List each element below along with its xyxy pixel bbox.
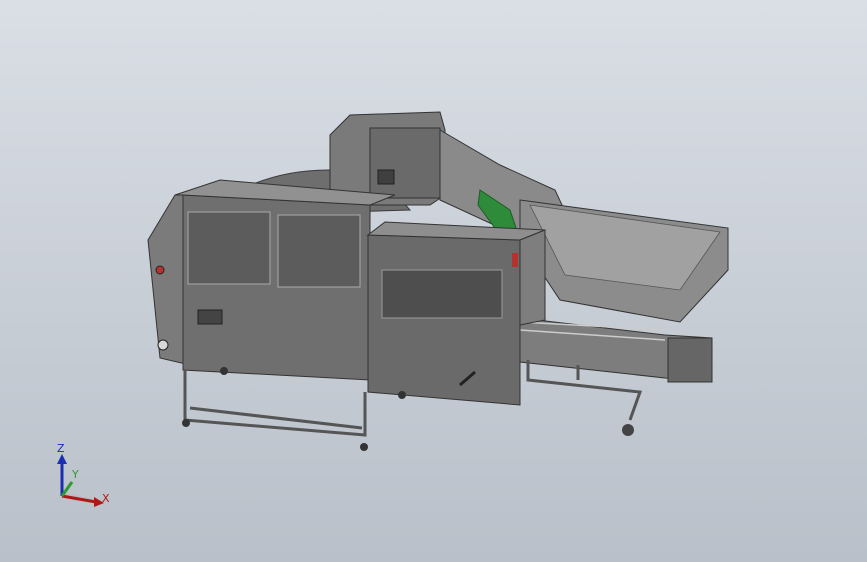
center-cabinet-side bbox=[519, 229, 546, 326]
triad-x-label: X bbox=[102, 492, 110, 505]
discharge-motor bbox=[667, 337, 713, 383]
guard-window-1 bbox=[187, 211, 271, 285]
foot-4 bbox=[398, 391, 406, 399]
triad-y-label: Y bbox=[71, 468, 79, 481]
guard-window-2 bbox=[277, 214, 361, 288]
red-indicator bbox=[512, 253, 518, 267]
triad-z-label: Z bbox=[57, 442, 65, 455]
foot-1 bbox=[182, 419, 190, 427]
caster-wheel bbox=[622, 424, 634, 436]
elevator-control-box bbox=[377, 169, 395, 185]
foot-3 bbox=[220, 367, 228, 375]
emergency-stop[interactable] bbox=[155, 265, 165, 275]
elevator-hopper-front bbox=[369, 127, 441, 199]
triad-z-arrow bbox=[57, 454, 67, 464]
machine-assembly-model[interactable] bbox=[0, 0, 867, 562]
mechanism-window bbox=[381, 269, 503, 319]
cad-viewport[interactable]: Z Y X bbox=[0, 0, 867, 562]
control-knob[interactable] bbox=[157, 339, 169, 351]
left-base-crossbar bbox=[189, 406, 363, 430]
control-panel-plate bbox=[197, 309, 223, 325]
center-cabinet-front bbox=[367, 234, 521, 406]
coordinate-triad: Z Y X bbox=[57, 442, 110, 507]
foot-2 bbox=[360, 443, 368, 451]
